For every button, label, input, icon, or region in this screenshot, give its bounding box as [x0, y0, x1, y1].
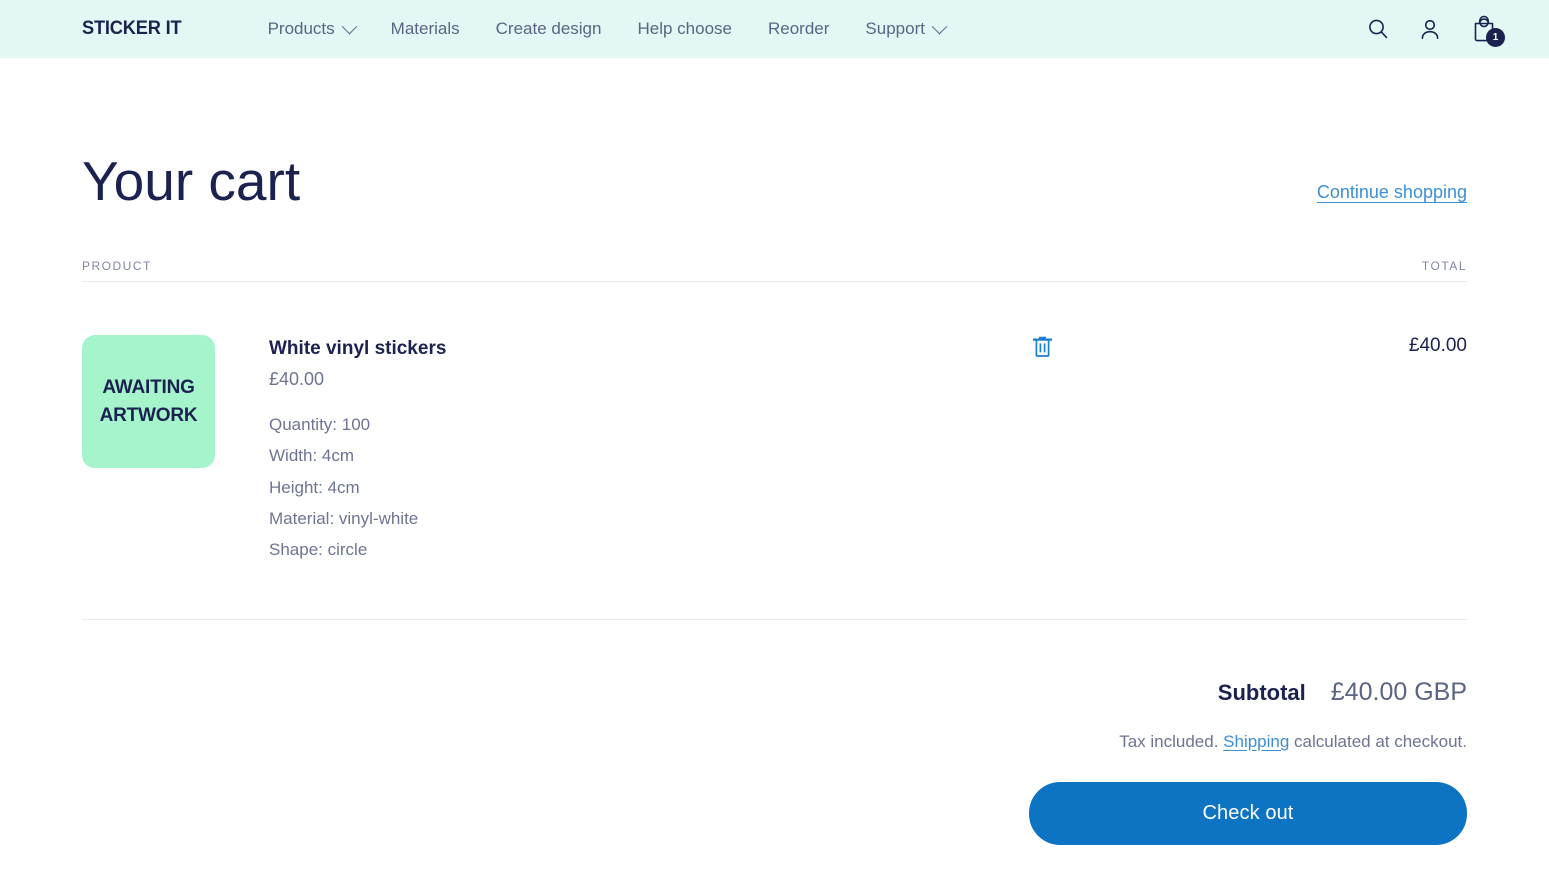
- product-unit-price: £40.00: [269, 370, 1467, 390]
- product-property-quantity: Quantity: 100: [269, 409, 1467, 440]
- nav-label: Create design: [496, 0, 602, 58]
- chevron-down-icon: [932, 18, 948, 34]
- header-actions: 1: [1365, 14, 1523, 44]
- subtotal-row: Subtotal £40.00 GBP: [1218, 678, 1467, 707]
- nav-item-help-choose[interactable]: Help choose: [619, 0, 750, 58]
- subtotal-label: Subtotal: [1218, 680, 1306, 706]
- cart-count-badge: 1: [1486, 28, 1505, 47]
- nav-label: Materials: [391, 0, 460, 58]
- nav-label: Products: [268, 0, 335, 58]
- site-header: STICKER IT Products Materials Create des…: [0, 0, 1549, 58]
- product-thumbnail[interactable]: AWAITING ARTWORK: [82, 335, 215, 468]
- product-property-material: Material: vinyl-white: [269, 503, 1467, 534]
- product-title[interactable]: White vinyl stickers: [269, 339, 1467, 360]
- product-property-height: Height: 4cm: [269, 472, 1467, 503]
- thumbnail-line-1: AWAITING: [102, 374, 194, 402]
- cart-totals: Subtotal £40.00 GBP Tax included. Shippi…: [82, 678, 1467, 845]
- nav-item-support[interactable]: Support: [847, 0, 963, 58]
- cart-button[interactable]: 1: [1469, 14, 1499, 44]
- page-title: Your cart: [82, 154, 300, 209]
- remove-item-cell: [1022, 335, 1062, 357]
- cart-header-row: Your cart Continue shopping: [82, 154, 1467, 209]
- nav-label: Reorder: [768, 0, 829, 58]
- trash-icon: [1033, 335, 1052, 357]
- nav-item-materials[interactable]: Materials: [373, 0, 478, 58]
- remove-item-button[interactable]: [1033, 335, 1052, 357]
- cart-page: STICKER IT Products Materials Create des…: [0, 0, 1549, 885]
- column-header-total: TOTAL: [1422, 259, 1467, 273]
- line-item-total: £40.00: [1409, 335, 1467, 357]
- tax-shipping-note: Tax included. Shipping calculated at che…: [1119, 732, 1467, 752]
- site-logo[interactable]: STICKER IT: [82, 18, 181, 40]
- checkout-button[interactable]: Check out: [1029, 782, 1467, 845]
- cart-line-item: AWAITING ARTWORK White vinyl stickers £4…: [82, 282, 1467, 620]
- cart-main: Your cart Continue shopping PRODUCT TOTA…: [0, 154, 1549, 845]
- chevron-down-icon: [341, 18, 357, 34]
- product-details: White vinyl stickers £40.00 Quantity: 10…: [269, 335, 1467, 566]
- column-header-product: PRODUCT: [82, 259, 152, 273]
- thumbnail-line-2: ARTWORK: [100, 402, 198, 430]
- product-property-width: Width: 4cm: [269, 440, 1467, 471]
- nav-label: Support: [865, 0, 925, 58]
- nav-item-products[interactable]: Products: [250, 0, 373, 58]
- cart-table-header: PRODUCT TOTAL: [82, 259, 1467, 282]
- continue-shopping-link[interactable]: Continue shopping: [1317, 182, 1467, 203]
- search-icon[interactable]: [1365, 16, 1391, 42]
- nav-item-create-design[interactable]: Create design: [478, 0, 620, 58]
- shipping-link[interactable]: Shipping: [1223, 732, 1289, 751]
- nav-item-reorder[interactable]: Reorder: [750, 0, 847, 58]
- main-navigation: Products Materials Create design Help ch…: [250, 0, 963, 58]
- nav-label: Help choose: [637, 0, 732, 58]
- subtotal-value: £40.00 GBP: [1331, 678, 1467, 707]
- product-property-shape: Shape: circle: [269, 534, 1467, 565]
- tax-note-prefix: Tax included.: [1119, 732, 1223, 751]
- account-icon[interactable]: [1417, 16, 1443, 42]
- tax-note-suffix: calculated at checkout.: [1289, 732, 1467, 751]
